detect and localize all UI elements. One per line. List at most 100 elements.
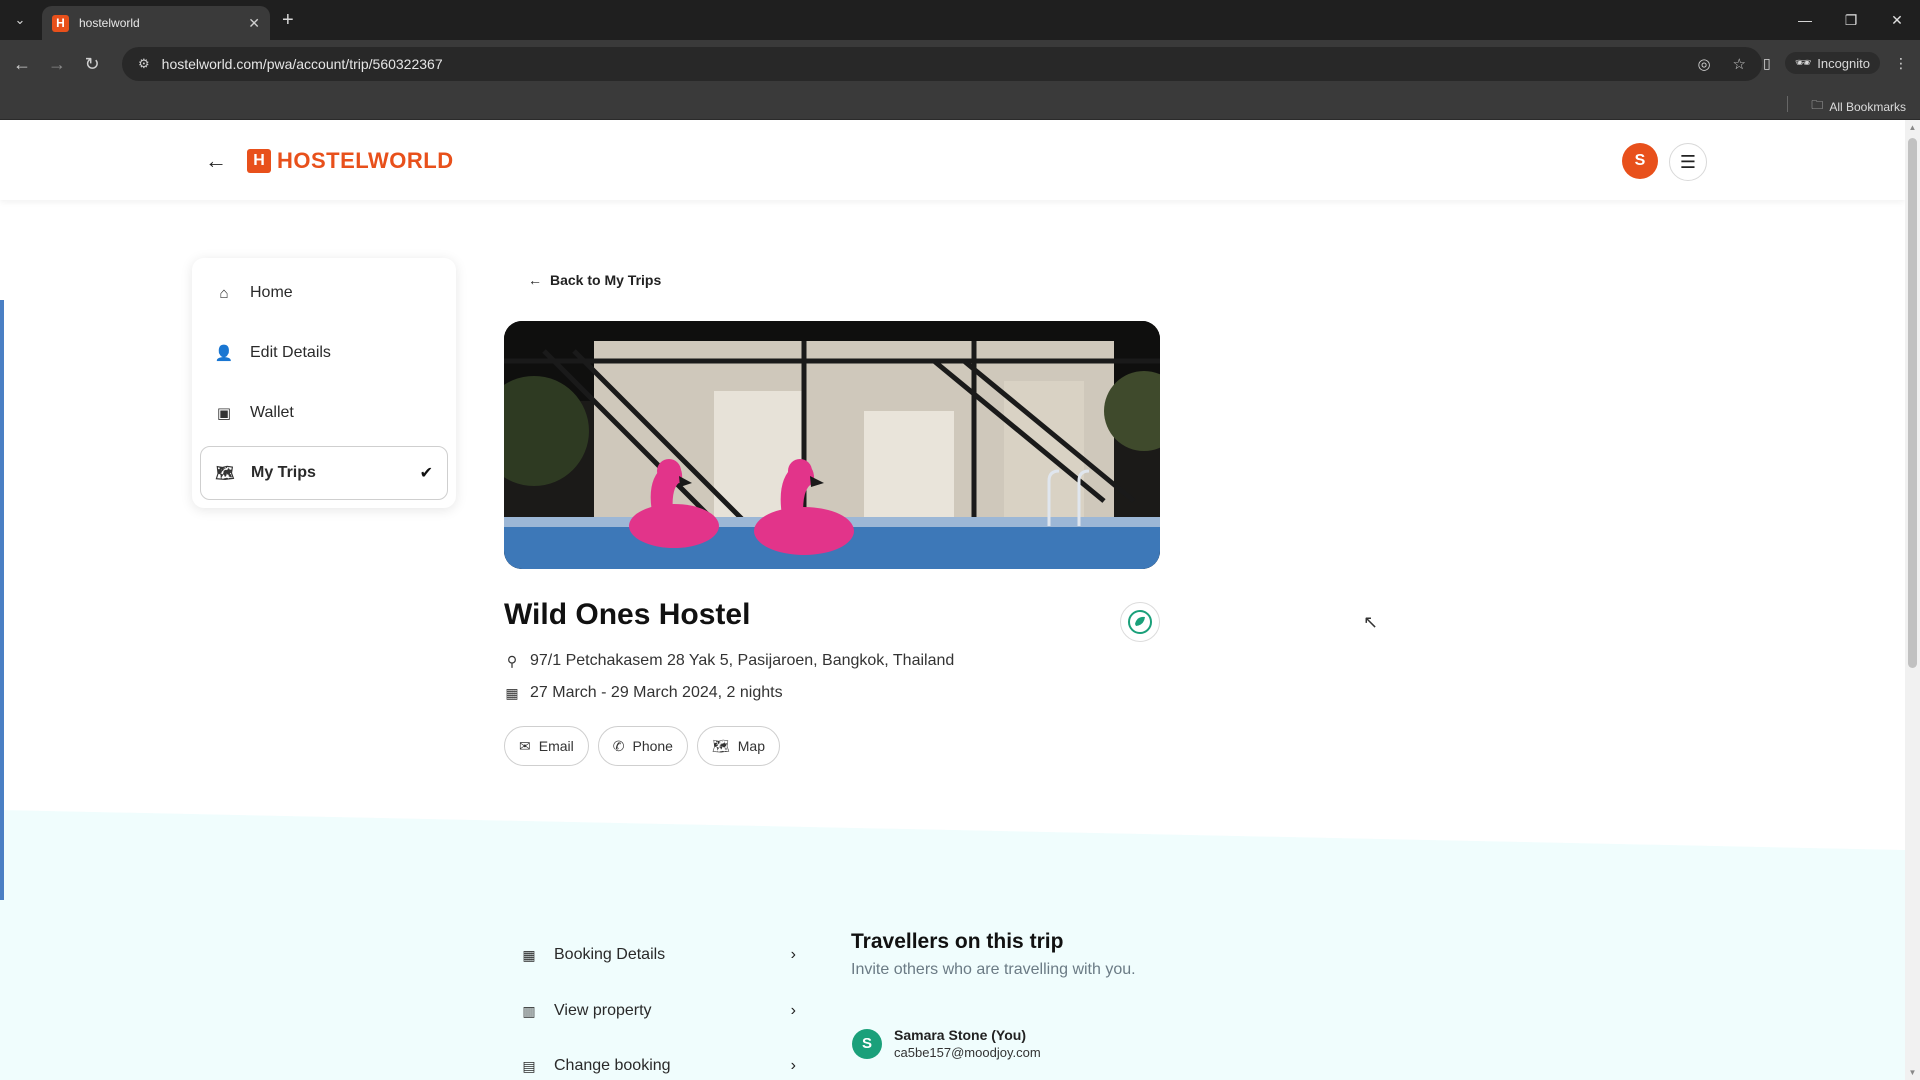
leaf-icon (1128, 610, 1152, 634)
calendar-icon: ▦ (505, 684, 519, 701)
forward-icon[interactable]: → (45, 52, 69, 76)
checkmark-icon: ✔ (419, 465, 433, 482)
back-icon[interactable]: ← (10, 52, 34, 76)
back-to-my-trips-label: Back to My Trips (550, 272, 662, 288)
contact-actions: ✉ Email ✆ Phone 🗺 Map (504, 726, 780, 766)
phone-button-label: Phone (632, 738, 673, 754)
header-back-icon[interactable]: ← (205, 148, 227, 174)
map-button-label: Map (737, 738, 765, 754)
booking-link-label: Change booking (554, 1057, 671, 1074)
stay-dates-row: ▦ 27 March - 29 March 2024, 2 nights (504, 684, 783, 702)
phone-icon: ✆ (612, 737, 625, 754)
incognito-icon: 🕶 (1794, 55, 1812, 70)
browser-tab[interactable]: H hostelworld ✕ (42, 6, 270, 40)
hamburger-menu-icon[interactable]: ☰ (1669, 143, 1707, 181)
email-button[interactable]: ✉ Email (504, 726, 589, 766)
view-property-link[interactable]: ▥ View property › (520, 1002, 796, 1020)
home-icon: ⌂ (219, 284, 229, 302)
calendar-icon: ▦ (522, 946, 536, 963)
user-avatar-button[interactable]: S (1622, 143, 1658, 179)
traveller-name: Samara Stone (You) (894, 1027, 1026, 1043)
traveller-item: S Samara Stone (You) ca5be157@moodjoy.co… (852, 1027, 1041, 1060)
site-settings-icon[interactable]: ⚙ (138, 56, 150, 72)
hostel-address-row: ⚲ 97/1 Petchakasem 28 Yak 5, Pasijaroen,… (504, 652, 954, 670)
hostel-pool-illustration (504, 321, 1160, 569)
incognito-indicator[interactable]: 🕶 Incognito (1784, 52, 1880, 74)
stay-dates: 27 March - 29 March 2024, 2 nights (530, 684, 783, 701)
reload-icon[interactable]: ↻ (80, 52, 104, 76)
travellers-subtitle: Invite others who are travelling with yo… (851, 961, 1136, 978)
mail-icon: ✉ (519, 737, 531, 754)
sustainability-badge[interactable] (1120, 602, 1160, 642)
close-tab-icon[interactable]: ✕ (248, 15, 260, 32)
bookmarks-divider (1787, 96, 1788, 112)
mouse-cursor-icon: ↖ (1363, 612, 1379, 632)
location-pin-icon: ⚲ (506, 652, 518, 669)
minimize-icon[interactable]: — (1782, 0, 1828, 40)
phone-button[interactable]: ✆ Phone (597, 726, 688, 766)
tab-search-icon[interactable]: ⌄ (8, 8, 32, 32)
left-accent-bar (0, 300, 4, 900)
hostel-name: Wild Ones Hostel (504, 598, 751, 631)
account-sidebar: ⌂ Home 👤 Edit Details ▣ Wallet 🗺 My Trip… (192, 258, 456, 508)
building-icon: ▥ (522, 1002, 536, 1019)
hostel-address: 97/1 Petchakasem 28 Yak 5, Pasijaroen, B… (530, 652, 955, 669)
chevron-right-icon: › (790, 1002, 796, 1019)
bookmark-star-icon[interactable]: ☆ (1733, 55, 1746, 73)
map-icon: 🗺 (711, 737, 730, 754)
hostelworld-logo[interactable]: H HOSTELWORLD (247, 148, 454, 174)
sidebar-item-label: Home (250, 284, 293, 301)
sidebar-item-label: Edit Details (250, 344, 331, 361)
map-icon: 🗺 (215, 465, 235, 482)
browser-toolbar: ← → ↻ ⚙ hostelworld.com/pwa/account/trip… (0, 40, 1920, 88)
page-scrollbar[interactable]: ▲ ▼ (1905, 120, 1920, 1080)
sidebar-item-wallet[interactable]: ▣ Wallet (200, 386, 448, 440)
incognito-label: Incognito (1817, 55, 1870, 71)
logo-mark-icon: H (247, 149, 271, 173)
tab-title: hostelworld (79, 16, 140, 30)
address-bar[interactable]: ⚙ hostelworld.com/pwa/account/trip/56032… (122, 47, 1762, 81)
eye-off-icon[interactable]: ◎ (1697, 55, 1710, 73)
all-bookmarks-button[interactable]: 🗀 All Bookmarks (1811, 96, 1906, 117)
chevron-right-icon: › (790, 1057, 796, 1074)
scroll-down-icon[interactable]: ▼ (1908, 1068, 1917, 1077)
scrollbar-thumb[interactable] (1908, 138, 1917, 668)
sidebar-item-edit-details[interactable]: 👤 Edit Details (200, 326, 448, 380)
restore-icon[interactable]: ❐ (1828, 0, 1874, 40)
chevron-right-icon: › (790, 946, 796, 963)
browser-tab-strip: ⌄ H hostelworld ✕ + — ❐ ✕ (0, 0, 1920, 40)
scroll-up-icon[interactable]: ▲ (1908, 123, 1917, 132)
email-button-label: Email (538, 738, 574, 754)
all-bookmarks-label: All Bookmarks (1829, 99, 1906, 114)
calendar-edit-icon: ▤ (522, 1057, 536, 1074)
wallet-icon: ▣ (216, 405, 232, 422)
site-header: ← H HOSTELWORLD S ☰ (0, 120, 1905, 200)
travellers-title: Travellers on this trip (851, 930, 1064, 953)
url-text[interactable]: hostelworld.com/pwa/account/trip/5603223… (162, 56, 1698, 72)
arrow-left-icon: ← (528, 272, 542, 288)
traveller-email: ca5be157@moodjoy.com (894, 1045, 1041, 1060)
sidebar-item-label: Wallet (250, 404, 294, 421)
folder-icon: 🗀 (1811, 98, 1824, 112)
new-tab-icon[interactable]: + (282, 9, 294, 31)
logo-text: HOSTELWORLD (277, 148, 454, 173)
booking-link-label: Booking Details (554, 946, 666, 963)
page-viewport: ← H HOSTELWORLD S ☰ ⌂ Home 👤 Edit Detail… (0, 120, 1905, 1080)
side-panel-icon[interactable]: ▯ (1763, 55, 1771, 72)
change-booking-link[interactable]: ▤ Change booking › (520, 1057, 796, 1075)
sidebar-item-home[interactable]: ⌂ Home (200, 266, 448, 320)
booking-details-link[interactable]: ▦ Booking Details › (520, 946, 796, 964)
more-menu-icon[interactable]: ⋮ (1894, 55, 1908, 72)
sidebar-item-my-trips[interactable]: 🗺 My Trips ✔ (200, 446, 448, 500)
booking-link-label: View property (554, 1002, 652, 1019)
traveller-avatar: S (852, 1028, 882, 1059)
map-button[interactable]: 🗺 Map (696, 726, 780, 766)
sidebar-item-label: My Trips (251, 464, 316, 481)
bookmarks-bar: 🗀 All Bookmarks (0, 88, 1920, 120)
hostel-photo (504, 321, 1160, 569)
user-icon: 👤 (214, 345, 234, 362)
back-to-my-trips-link[interactable]: ← Back to My Trips (528, 272, 661, 288)
close-window-icon[interactable]: ✕ (1874, 0, 1920, 40)
window-controls: — ❐ ✕ (1782, 0, 1920, 40)
hostelworld-favicon-icon: H (52, 14, 69, 32)
